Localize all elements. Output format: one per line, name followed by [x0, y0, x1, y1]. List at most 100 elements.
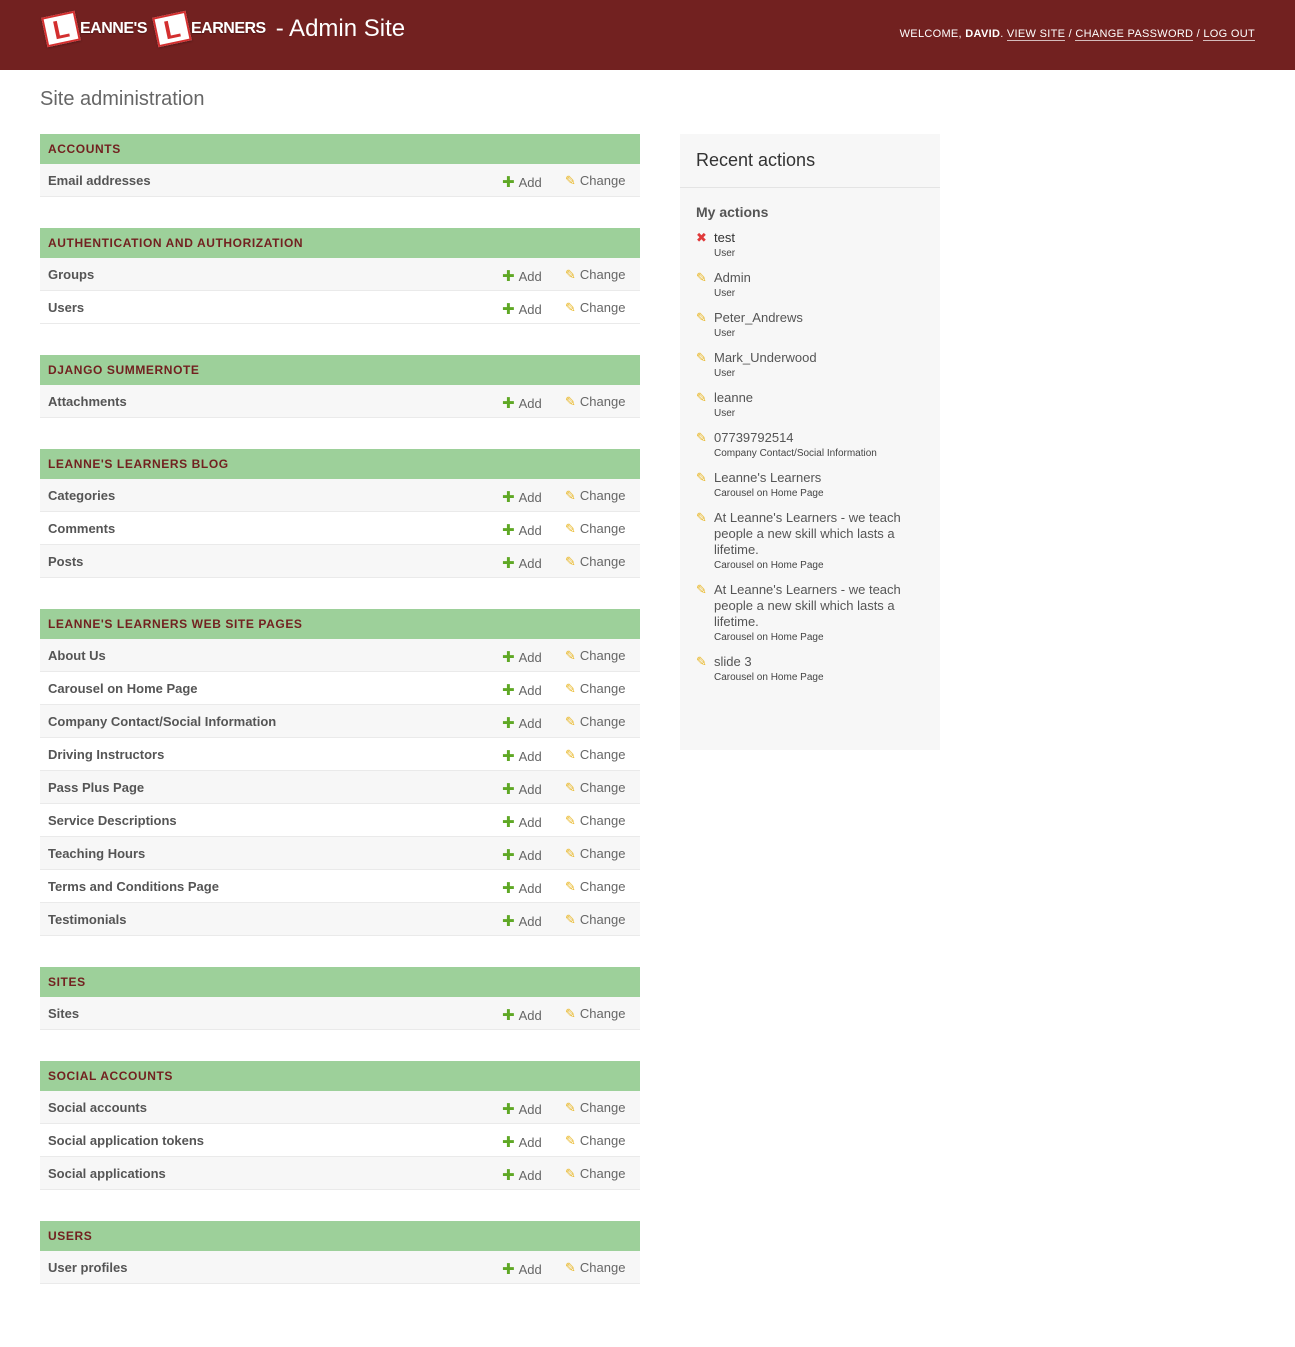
- add-link[interactable]: ✚ Add: [502, 813, 542, 831]
- model-link[interactable]: Social application tokens: [48, 1133, 204, 1148]
- change-link[interactable]: ✎ Change: [565, 681, 625, 697]
- model-link[interactable]: Categories: [48, 488, 115, 503]
- change-password-link[interactable]: CHANGE PASSWORD: [1075, 28, 1194, 41]
- change-link[interactable]: ✎ Change: [565, 554, 625, 570]
- change-link[interactable]: ✎ Change: [565, 1133, 625, 1149]
- change-link[interactable]: ✎ Change: [565, 714, 625, 730]
- add-link[interactable]: ✚ Add: [502, 267, 542, 285]
- recent-action-item[interactable]: ✎ leanne User: [696, 390, 924, 419]
- add-link[interactable]: ✚ Add: [502, 879, 542, 897]
- recent-action-title[interactable]: Peter_Andrews: [714, 310, 924, 326]
- model-link[interactable]: Social applications: [48, 1166, 166, 1181]
- app-caption[interactable]: LEANNE'S LEARNERS BLOG: [40, 449, 640, 479]
- model-link[interactable]: Service Descriptions: [48, 813, 177, 828]
- add-link[interactable]: ✚ Add: [502, 1133, 542, 1151]
- add-link[interactable]: ✚ Add: [502, 846, 542, 864]
- change-link[interactable]: ✎ Change: [565, 879, 625, 895]
- change-label: Change: [579, 813, 626, 828]
- model-link[interactable]: About Us: [48, 648, 106, 663]
- model-link[interactable]: Testimonials: [48, 912, 127, 927]
- add-link[interactable]: ✚ Add: [502, 648, 542, 666]
- model-link[interactable]: Company Contact/Social Information: [48, 714, 276, 729]
- app-caption[interactable]: SITES: [40, 967, 640, 997]
- recent-action-title[interactable]: Admin: [714, 270, 924, 286]
- change-link[interactable]: ✎ Change: [565, 1166, 625, 1182]
- change-link[interactable]: ✎ Change: [565, 1260, 625, 1276]
- recent-action-item[interactable]: ✎ Leanne's Learners Carousel on Home Page: [696, 470, 924, 499]
- app-module: AUTHENTICATION AND AUTHORIZATION Groups ✚ A…: [40, 228, 640, 324]
- recent-action-item[interactable]: ✎ Admin User: [696, 270, 924, 299]
- add-link[interactable]: ✚ Add: [502, 1100, 542, 1118]
- recent-action-item[interactable]: ✎ At Leanne's Learners - we teach people …: [696, 510, 924, 571]
- app-caption[interactable]: AUTHENTICATION AND AUTHORIZATION: [40, 228, 640, 258]
- model-link[interactable]: Posts: [48, 554, 83, 569]
- change-link[interactable]: ✎ Change: [565, 912, 625, 928]
- add-link[interactable]: ✚ Add: [502, 300, 542, 318]
- model-link[interactable]: User profiles: [48, 1260, 127, 1275]
- add-link[interactable]: ✚ Add: [502, 714, 542, 732]
- add-link[interactable]: ✚ Add: [502, 1166, 542, 1184]
- model-link[interactable]: Carousel on Home Page: [48, 681, 198, 696]
- model-link[interactable]: Driving Instructors: [48, 747, 164, 762]
- app-caption[interactable]: USERS: [40, 1221, 640, 1251]
- recent-action-title[interactable]: slide 3: [714, 654, 924, 670]
- recent-action-item[interactable]: ✎ slide 3 Carousel on Home Page: [696, 654, 924, 683]
- change-link[interactable]: ✎ Change: [565, 813, 625, 829]
- change-link[interactable]: ✎ Change: [565, 300, 625, 316]
- change-link[interactable]: ✎ Change: [565, 173, 625, 189]
- change-link[interactable]: ✎ Change: [565, 846, 625, 862]
- model-row: Service Descriptions ✚ Add ✎ Change: [40, 804, 640, 837]
- recent-action-title[interactable]: 07739792514: [714, 430, 924, 446]
- recent-action-item[interactable]: ✎ Peter_Andrews User: [696, 310, 924, 339]
- add-link[interactable]: ✚ Add: [502, 780, 542, 798]
- app-caption[interactable]: SOCIAL ACCOUNTS: [40, 1061, 640, 1091]
- model-link[interactable]: Comments: [48, 521, 115, 536]
- pencil-icon: ✎: [565, 714, 576, 729]
- add-link[interactable]: ✚ Add: [502, 681, 542, 699]
- change-link[interactable]: ✎ Change: [565, 747, 625, 763]
- change-link[interactable]: ✎ Change: [565, 780, 625, 796]
- app-caption[interactable]: DJANGO SUMMERNOTE: [40, 355, 640, 385]
- add-link[interactable]: ✚ Add: [502, 912, 542, 930]
- model-link[interactable]: Email addresses: [48, 173, 151, 188]
- change-link[interactable]: ✎ Change: [565, 267, 625, 283]
- add-link[interactable]: ✚ Add: [502, 394, 542, 412]
- model-link[interactable]: Sites: [48, 1006, 79, 1021]
- recent-action-item[interactable]: ✖ test User: [696, 230, 924, 259]
- view-site-link[interactable]: VIEW SITE: [1006, 28, 1066, 41]
- recent-action-item[interactable]: ✎ Mark_Underwood User: [696, 350, 924, 379]
- change-link[interactable]: ✎ Change: [565, 648, 625, 664]
- recent-action-title[interactable]: test: [714, 230, 924, 246]
- log-out-link[interactable]: LOG OUT: [1203, 28, 1255, 41]
- recent-action-title[interactable]: Mark_Underwood: [714, 350, 924, 366]
- model-link[interactable]: Users: [48, 300, 84, 315]
- change-link[interactable]: ✎ Change: [565, 521, 625, 537]
- add-link[interactable]: ✚ Add: [502, 1006, 542, 1024]
- model-link[interactable]: Attachments: [48, 394, 127, 409]
- add-link[interactable]: ✚ Add: [502, 173, 542, 191]
- branding[interactable]: L EANNE'S L EARNERS - Admin Site: [41, 10, 405, 48]
- add-link[interactable]: ✚ Add: [502, 747, 542, 765]
- add-link[interactable]: ✚ Add: [502, 1260, 542, 1278]
- recent-action-title[interactable]: leanne: [714, 390, 924, 406]
- model-link[interactable]: Social accounts: [48, 1100, 147, 1115]
- add-link[interactable]: ✚ Add: [502, 488, 542, 506]
- recent-action-title[interactable]: Leanne's Learners: [714, 470, 924, 486]
- app-caption[interactable]: ACCOUNTS: [40, 134, 640, 164]
- recent-action-title[interactable]: At Leanne's Learners - we teach people a…: [714, 510, 924, 558]
- model-link[interactable]: Teaching Hours: [48, 846, 145, 861]
- recent-action-item[interactable]: ✎ At Leanne's Learners - we teach people …: [696, 582, 924, 643]
- recent-action-item[interactable]: ✎ 07739792514 Company Contact/Social Infor…: [696, 430, 924, 459]
- model-link[interactable]: Terms and Conditions Page: [48, 879, 219, 894]
- add-link[interactable]: ✚ Add: [502, 521, 542, 539]
- pencil-icon: ✎: [565, 912, 576, 927]
- model-link[interactable]: Groups: [48, 267, 94, 282]
- change-link[interactable]: ✎ Change: [565, 1006, 625, 1022]
- recent-action-title[interactable]: At Leanne's Learners - we teach people a…: [714, 582, 924, 630]
- add-link[interactable]: ✚ Add: [502, 554, 542, 572]
- app-caption[interactable]: LEANNE'S LEARNERS WEB SITE PAGES: [40, 609, 640, 639]
- change-link[interactable]: ✎ Change: [565, 1100, 625, 1116]
- change-link[interactable]: ✎ Change: [565, 394, 625, 410]
- model-link[interactable]: Pass Plus Page: [48, 780, 144, 795]
- change-link[interactable]: ✎ Change: [565, 488, 625, 504]
